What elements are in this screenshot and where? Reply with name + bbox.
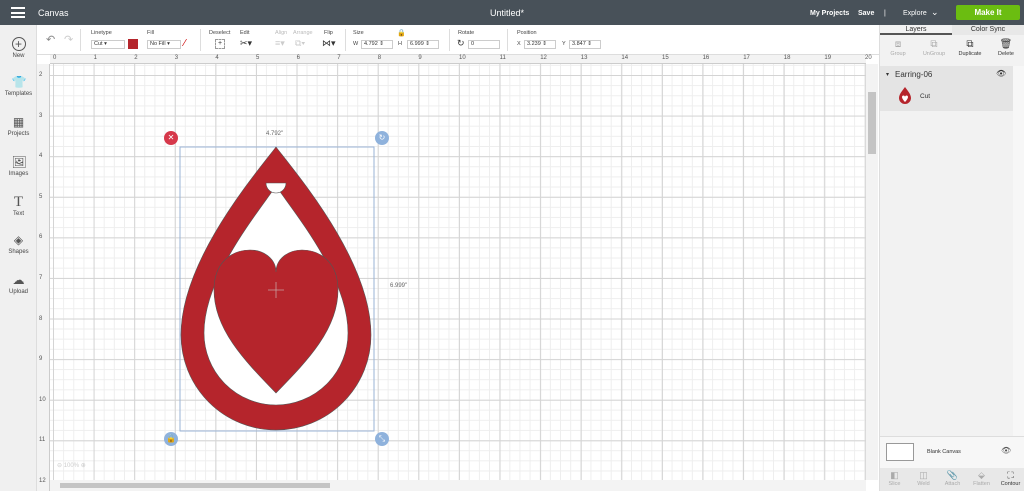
rotate-handle-icon[interactable]: ↻ (375, 131, 389, 145)
duplicate-icon: ⧉ (966, 39, 974, 50)
vertical-scrollbar[interactable] (866, 64, 878, 480)
blank-canvas-row[interactable]: Blank Canvas 👁 (880, 436, 1024, 468)
slice-button[interactable]: ◧ Slice (880, 470, 909, 487)
tab-color-sync[interactable]: Color Sync (952, 25, 1024, 35)
ungroup-icon: ⧉ (930, 39, 938, 50)
layers-scrollbar[interactable] (1013, 66, 1024, 436)
ungroup-button[interactable]: ⧉ UnGroup (916, 39, 952, 57)
eye-icon[interactable]: 👁 (996, 69, 1006, 78)
group-label: Group (890, 51, 906, 57)
contour-label: Contour (1000, 481, 1021, 487)
horizontal-scrollbar[interactable] (50, 480, 866, 491)
trash-icon: 🗑 (999, 39, 1013, 50)
zoom-control[interactable]: ⊖ 100% ⊕ (57, 462, 86, 469)
layer-group[interactable]: ▾ Earring-06 👁 Cut (880, 66, 1013, 111)
delete-handle-icon[interactable]: ✕ (164, 131, 178, 145)
collapse-arrow-icon[interactable]: ▾ (886, 71, 889, 78)
weld-icon: ◫ (919, 470, 928, 480)
zoom-level: 100% (63, 463, 80, 469)
layers-panel: Layers Color Sync ⧈ Group ⧉ UnGroup ⧉ Dupli… (879, 25, 1024, 491)
attach-label: Attach (944, 481, 961, 487)
duplicate-button[interactable]: ⧉ Duplicate (952, 39, 988, 57)
duplicate-label: Duplicate (958, 51, 982, 57)
delete-button[interactable]: 🗑 Delete (988, 39, 1024, 57)
slice-label: Slice (888, 481, 901, 487)
tab-layers[interactable]: Layers (880, 25, 952, 35)
group-button[interactable]: ⧈ Group (880, 39, 916, 57)
blank-canvas-label: Blank Canvas (927, 449, 961, 455)
layer-name: Cut (920, 93, 931, 100)
lock-handle-icon[interactable]: 🔒 (164, 432, 178, 446)
delete-label: Delete (998, 51, 1014, 57)
height-dimension-label: 6.999" (390, 283, 408, 289)
flatten-button[interactable]: ⬙ Flatten (967, 470, 996, 487)
hide-canvas-icon[interactable]: 👁 (1001, 446, 1011, 455)
weld-label: Weld (917, 481, 930, 487)
resize-handle-icon[interactable]: ⤡ (375, 432, 389, 446)
contour-button[interactable]: ⛶ Contour (996, 470, 1024, 487)
weld-button[interactable]: ◫ Weld (909, 470, 938, 487)
attach-button[interactable]: 📎 Attach (938, 470, 967, 487)
group-icon: ⧈ (894, 39, 902, 50)
slice-icon: ◧ (890, 470, 899, 480)
width-dimension-label: 4.792" (266, 131, 284, 137)
canvas-swatch[interactable] (886, 443, 914, 461)
contour-icon: ⛶ (1007, 470, 1014, 480)
layer-thumbnail-icon (899, 87, 911, 104)
attach-icon: 📎 (946, 470, 959, 480)
flatten-label: Flatten (973, 481, 990, 487)
flatten-icon: ⬙ (978, 470, 985, 480)
group-name: Earring-06 (895, 70, 933, 79)
ungroup-label: UnGroup (922, 51, 946, 57)
